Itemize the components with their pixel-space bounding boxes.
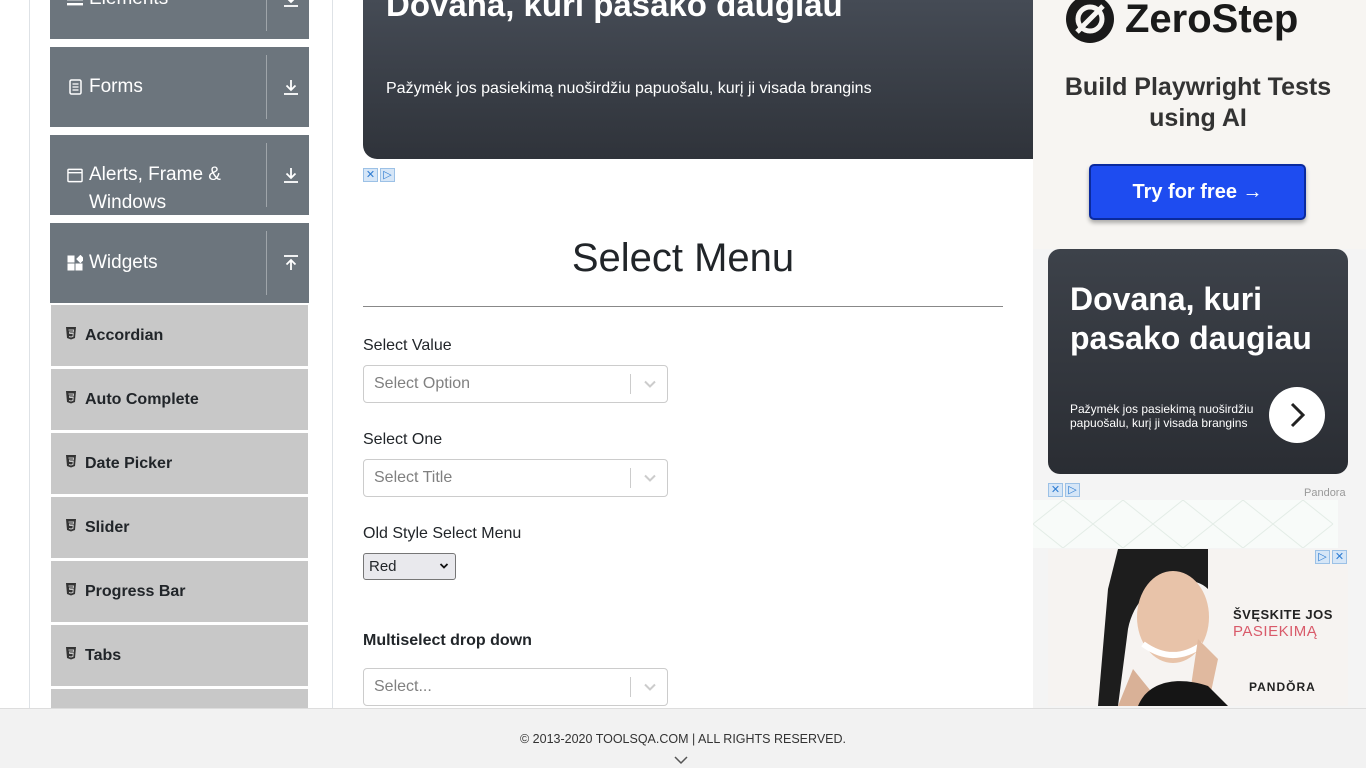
indicator-separator: [630, 677, 631, 697]
zerostep-logo-icon: [1066, 0, 1114, 43]
title-divider: [363, 306, 1003, 307]
photo-ad-line2: PASIEKIMĄ: [1233, 623, 1318, 640]
download-icon[interactable]: [281, 0, 301, 39]
group-divider: [266, 55, 267, 119]
sidebar-item-label: Date Picker: [85, 454, 173, 472]
group-divider: [266, 143, 267, 207]
pandora-logo: PANDŎRA: [1249, 680, 1316, 694]
sidebar-group-label: Elements: [89, 0, 259, 13]
select-one-dropdown[interactable]: Select Title: [363, 459, 668, 497]
adchoices-icon[interactable]: ▷: [1065, 483, 1080, 497]
chevron-down-icon: [439, 563, 449, 569]
banner-ad[interactable]: Dovana, kuri pasako daugiau Pažymėk jos …: [363, 0, 1033, 159]
adchoices-icon[interactable]: ▷: [1315, 550, 1330, 564]
footer: © 2013-2020 TOOLSQA.COM | ALL RIGHTS RES…: [0, 708, 1366, 768]
close-icon[interactable]: ✕: [363, 168, 378, 182]
old-style-select[interactable]: Red: [363, 553, 456, 580]
pandora-card-ad[interactable]: Dovana, kuri pasako daugiau Pažymėk jos …: [1048, 249, 1348, 474]
select-value-label: Select Value: [363, 337, 452, 354]
adchoices-icon[interactable]: ▷: [380, 168, 395, 182]
chevron-down-icon[interactable]: [640, 679, 660, 695]
ad-choices[interactable]: ▷ ✕: [1315, 550, 1347, 564]
chevron-right-icon: [1290, 402, 1306, 428]
banner-subtitle: Pažymėk jos pasiekimą nuoširdžiu papuoša…: [386, 80, 872, 97]
html5-icon: [66, 646, 76, 659]
widgets-icon: [67, 255, 83, 271]
ad-column: ZeroStep Build Playwright Tests using AI…: [1033, 0, 1366, 708]
ad-pattern-strip: [1033, 499, 1338, 549]
photo-ad-line1: ŠVĘSKITE JOS: [1233, 607, 1333, 622]
sidebar-item-slider[interactable]: Slider: [51, 497, 308, 558]
pandora-ad-label: Pandora: [1304, 487, 1346, 499]
html5-icon: [66, 518, 76, 531]
html5-icon: [66, 454, 76, 467]
document-icon: [67, 79, 83, 95]
banner-title: Dovana, kuri pasako daugiau: [386, 0, 843, 23]
download-icon[interactable]: [281, 135, 301, 215]
sidebar-group-alerts[interactable]: Alerts, Frame & Windows: [50, 135, 309, 215]
footer-copyright: © 2013-2020 TOOLSQA.COM | ALL RIGHTS RES…: [519, 732, 846, 746]
sidebar-border: [332, 0, 333, 708]
sidebar-group-widgets[interactable]: Widgets: [50, 223, 309, 303]
sidebar-group-forms[interactable]: Forms: [50, 47, 309, 127]
try-for-free-button[interactable]: Try for free →: [1089, 164, 1306, 220]
group-divider: [266, 0, 267, 31]
html5-icon: [66, 582, 76, 595]
sidebar-item-accordian[interactable]: Accordian: [51, 305, 308, 366]
sidebar-group-label: Widgets: [89, 252, 158, 273]
sidebar-group-label: Forms: [89, 76, 143, 97]
html5-icon: [66, 390, 76, 403]
chevron-down-icon[interactable]: [640, 376, 660, 392]
sidebar-item-next[interactable]: [51, 689, 308, 708]
sidebar-item-date-picker[interactable]: Date Picker: [51, 433, 308, 494]
sidebar-group-elements[interactable]: Elements: [50, 0, 309, 39]
ad-choices[interactable]: ✕ ▷: [1048, 483, 1080, 497]
select-one-label: Select One: [363, 431, 443, 448]
zerostep-logo: ZeroStep: [1063, 0, 1298, 46]
pandora-card-subtitle: Pažymėk jos pasiekimą nuoširdžiu papuoša…: [1070, 402, 1254, 430]
download-icon[interactable]: [281, 47, 301, 127]
select-value-dropdown[interactable]: Select Option: [363, 365, 668, 403]
upload-icon[interactable]: [281, 223, 301, 303]
pandora-card-title: Dovana, kuri pasako daugiau: [1070, 281, 1312, 356]
zerostep-headline: Build Playwright Tests using AI: [1064, 73, 1332, 132]
menu-icon: [67, 0, 83, 7]
ad-choices[interactable]: ✕ ▷: [363, 168, 395, 182]
sidebar-item-auto-complete[interactable]: Auto Complete: [51, 369, 308, 430]
sidebar-item-label: Slider: [85, 518, 130, 536]
sidebar-item-progress-bar[interactable]: Progress Bar: [51, 561, 308, 622]
sidebar-group-label: Alerts, Frame & Windows: [89, 164, 221, 213]
select-one-placeholder: Select Title: [374, 469, 453, 486]
close-icon[interactable]: ✕: [1332, 550, 1347, 564]
chevron-down-icon[interactable]: [673, 755, 689, 765]
old-style-select-label: Old Style Select Menu: [363, 525, 522, 542]
close-icon[interactable]: ✕: [1048, 483, 1063, 497]
html5-icon: [66, 326, 76, 339]
indicator-separator: [630, 374, 631, 394]
multiselect-placeholder: Select...: [374, 678, 432, 695]
zerostep-ad[interactable]: ZeroStep Build Playwright Tests using AI…: [1033, 0, 1366, 249]
sidebar-item-label: Auto Complete: [85, 390, 199, 408]
sidebar-item-label: Progress Bar: [85, 582, 186, 600]
left-border: [29, 0, 30, 708]
multiselect-dropdown[interactable]: Select...: [363, 668, 668, 706]
page-title: Select Menu: [571, 236, 795, 280]
sidebar-item-label: Tabs: [85, 646, 122, 664]
indicator-separator: [630, 468, 631, 488]
model-photo: [1098, 549, 1228, 706]
chevron-down-icon[interactable]: [640, 470, 660, 486]
zerostep-brand: ZeroStep: [1125, 0, 1299, 41]
window-icon: [67, 167, 83, 183]
select-value-placeholder: Select Option: [374, 375, 471, 392]
multiselect-label: Multiselect drop down: [363, 632, 532, 649]
sidebar-item-tabs[interactable]: Tabs: [51, 625, 308, 686]
group-divider: [266, 231, 267, 295]
chevron-right-button[interactable]: [1269, 387, 1325, 443]
old-style-select-value: Red: [369, 558, 397, 575]
pandora-photo-ad[interactable]: ŠVĘSKITE JOS PASIEKIMĄ PANDŎRA ▷ ✕: [1048, 549, 1348, 706]
sidebar: Elements Forms Alerts, Frame & Windows W…: [50, 0, 309, 708]
sidebar-item-label: Accordian: [85, 326, 164, 344]
